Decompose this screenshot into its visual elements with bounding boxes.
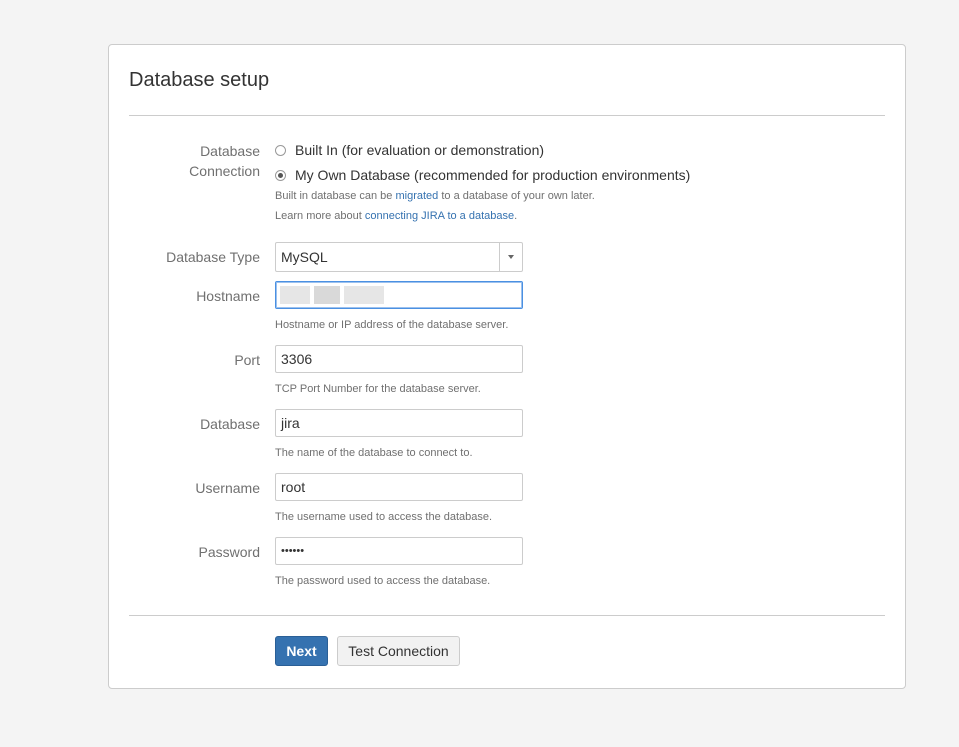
help-text: to a database of your own later. [438, 190, 595, 202]
password-value: •••••• [281, 545, 305, 557]
port-value: 3306 [281, 351, 313, 367]
migrated-link[interactable]: migrated [395, 190, 438, 202]
radio-built-in[interactable]: Built In (for evaluation or demonstratio… [275, 142, 544, 158]
username-help: The username used to access the database… [275, 511, 493, 523]
hostname-input[interactable] [275, 281, 523, 309]
chevron-down-icon[interactable] [499, 243, 522, 271]
redacted-block [280, 286, 310, 304]
redacted-block [314, 286, 340, 304]
radio-own-database-label: My Own Database (recommended for product… [295, 167, 691, 183]
db-type-select[interactable]: MySQL [275, 242, 523, 272]
help-text: Built in database can be [275, 190, 396, 202]
database-help: The name of the database to connect to. [275, 447, 473, 459]
connecting-jira-link[interactable]: connecting JIRA to a database [365, 210, 514, 222]
database-input[interactable]: jira [275, 409, 523, 437]
password-input[interactable]: •••••• [275, 537, 523, 565]
username-input[interactable]: root [275, 473, 523, 501]
username-label: Username [195, 480, 260, 496]
radio-own-database[interactable]: My Own Database (recommended for product… [275, 167, 690, 183]
hostname-help: Hostname or IP address of the database s… [275, 319, 509, 331]
database-value: jira [281, 415, 300, 431]
hostname-label: Hostname [196, 288, 260, 304]
connection-help-2: Learn more about connecting JIRA to a da… [275, 210, 517, 222]
next-button[interactable]: Next [275, 636, 328, 666]
database-label: Database [200, 416, 260, 432]
page-title: Database setup [129, 69, 270, 91]
help-text: . [514, 210, 518, 222]
password-label: Password [198, 544, 260, 560]
connection-help-1: Built in database can be migrated to a d… [275, 190, 595, 202]
divider-top [129, 115, 885, 116]
help-text: Learn more about [275, 210, 365, 222]
radio-built-in-label: Built In (for evaluation or demonstratio… [295, 142, 545, 158]
redacted-block [344, 286, 384, 304]
port-help: TCP Port Number for the database server. [275, 383, 481, 395]
username-value: root [281, 479, 306, 495]
database-setup-panel: Database setup Database Connection Built… [108, 44, 906, 689]
radio-own-database-icon[interactable] [275, 169, 286, 181]
db-type-value: MySQL [281, 249, 328, 265]
radio-built-in-icon[interactable] [275, 144, 286, 156]
port-label: Port [234, 352, 260, 368]
db-type-label: Database Type [166, 249, 260, 265]
connection-label-line1: Database [200, 143, 260, 159]
test-connection-button[interactable]: Test Connection [337, 636, 460, 666]
divider-bottom [129, 615, 885, 616]
password-help: The password used to access the database… [275, 575, 491, 587]
port-input[interactable]: 3306 [275, 345, 523, 373]
connection-label-line2: Connection [189, 163, 260, 179]
